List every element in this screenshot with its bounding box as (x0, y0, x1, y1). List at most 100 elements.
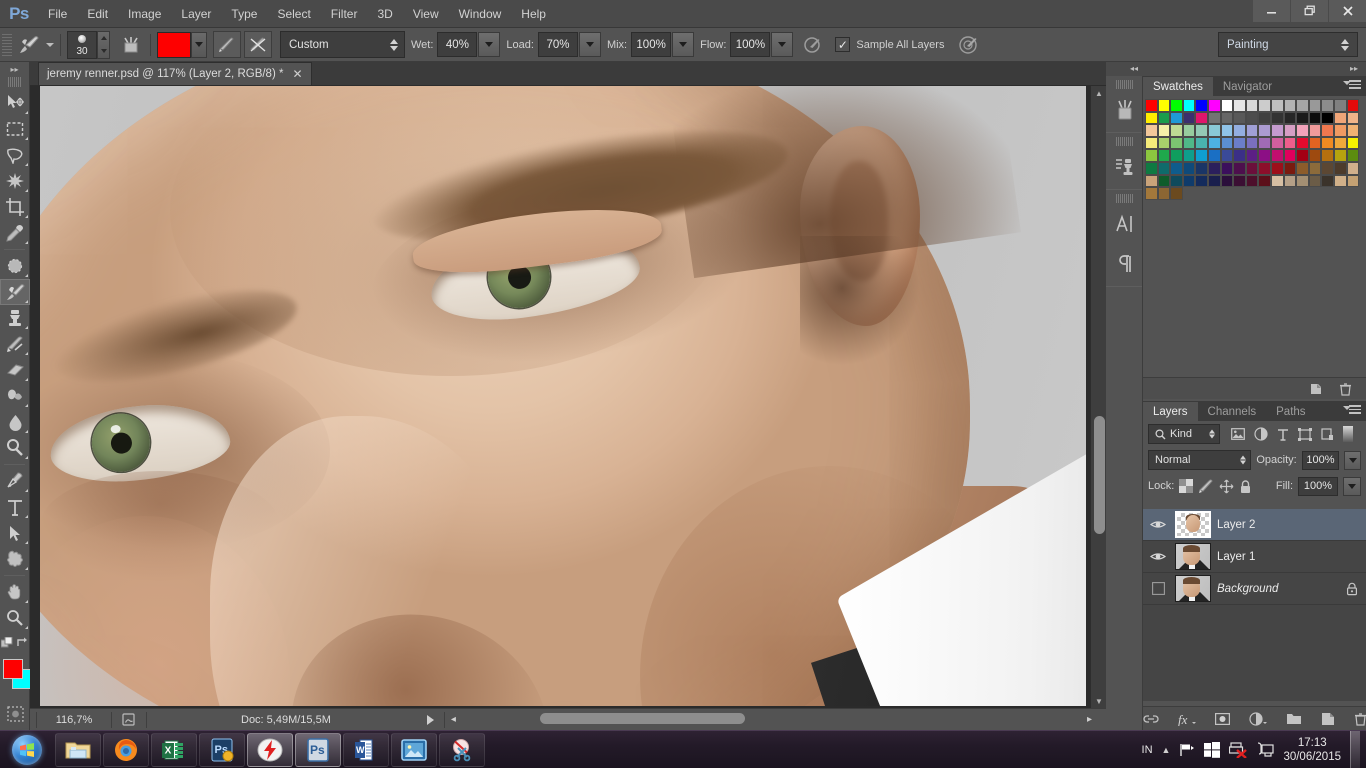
opacity-dropdown[interactable] (1344, 450, 1361, 470)
color-swatch[interactable] (1321, 174, 1334, 188)
menu-edit[interactable]: Edit (77, 0, 118, 28)
wet-input[interactable]: 40% (437, 32, 478, 57)
color-swatch[interactable] (1220, 111, 1234, 125)
color-swatch[interactable] (1233, 161, 1246, 175)
color-swatch[interactable] (1333, 161, 1347, 175)
color-swatch[interactable] (1296, 149, 1309, 162)
color-swatch[interactable] (1233, 99, 1246, 112)
mixer-preset-select[interactable]: Custom (280, 31, 405, 58)
color-swatch[interactable] (1233, 124, 1246, 137)
tool-mixer-brush[interactable] (0, 279, 30, 305)
color-swatch[interactable] (1258, 99, 1271, 112)
collapse-right-icon[interactable]: ▸▸ (1350, 64, 1358, 73)
tab-layers[interactable]: Layers (1143, 402, 1198, 421)
color-swatch[interactable] (1207, 149, 1221, 162)
color-swatch[interactable] (1145, 187, 1158, 200)
start-button[interactable] (0, 731, 54, 768)
color-swatch[interactable] (1157, 136, 1171, 150)
filter-type-layers-icon[interactable] (1277, 428, 1289, 441)
color-swatch[interactable] (1170, 111, 1183, 125)
canvas-area[interactable] (30, 86, 1106, 730)
rail-grip-1[interactable] (1115, 80, 1133, 89)
options-bar-grip[interactable] (2, 33, 12, 56)
color-swatch[interactable] (1308, 149, 1322, 162)
wet-dropdown[interactable] (478, 32, 501, 57)
tool-eraser[interactable] (0, 357, 30, 383)
color-swatch[interactable] (1207, 136, 1221, 150)
menu-image[interactable]: Image (118, 0, 171, 28)
brush-load-options-dropdown[interactable] (191, 31, 207, 58)
color-swatch[interactable] (1321, 161, 1334, 175)
fill-dropdown[interactable] (1343, 476, 1361, 496)
color-swatch[interactable] (1170, 136, 1183, 150)
color-swatch[interactable] (1283, 136, 1297, 150)
color-swatch[interactable] (1333, 111, 1347, 125)
color-swatch[interactable] (1333, 174, 1347, 188)
link-layers-icon[interactable] (1142, 713, 1159, 725)
mixer-brush-tool-icon[interactable] (16, 33, 42, 57)
layer-filter-kind-select[interactable]: Kind (1148, 424, 1220, 444)
action-center-flag-icon[interactable] (1179, 743, 1195, 757)
adjustment-layer-icon[interactable] (1248, 711, 1267, 726)
fill-input[interactable]: 100% (1298, 476, 1338, 496)
layer-name[interactable]: Layer 1 (1217, 551, 1255, 563)
color-swatch[interactable] (1207, 111, 1221, 125)
color-swatch[interactable] (1220, 161, 1234, 175)
tool-eyedropper[interactable] (0, 220, 30, 246)
load-brush-after-stroke-toggle[interactable] (213, 31, 241, 58)
zoom-level[interactable]: 116,7% (43, 714, 105, 726)
lock-image-pixels-icon[interactable] (1198, 479, 1214, 493)
horizontal-scroll-thumb[interactable] (540, 713, 745, 724)
color-swatch[interactable] (1346, 149, 1360, 162)
color-swatch[interactable] (1283, 99, 1297, 112)
eye-icon[interactable] (1147, 551, 1169, 562)
taskbar-explorer[interactable] (55, 732, 101, 767)
color-swatch[interactable] (1321, 99, 1334, 112)
color-swatch[interactable] (1333, 149, 1347, 162)
taskbar-firefox[interactable] (103, 732, 149, 767)
show-desktop-button[interactable] (1350, 731, 1360, 768)
blend-mode-select[interactable]: Normal (1148, 450, 1252, 470)
color-swatch[interactable] (1308, 161, 1322, 175)
tool-move[interactable] (0, 90, 30, 116)
color-swatch[interactable] (1283, 149, 1297, 162)
color-swatch[interactable] (1308, 99, 1322, 112)
status-expand-icon[interactable] (426, 714, 434, 725)
foreground-color[interactable] (3, 659, 23, 679)
new-group-icon[interactable] (1286, 712, 1302, 725)
toolbar-grip[interactable] (7, 77, 22, 87)
color-swatch[interactable] (1308, 124, 1322, 137)
windows-update-icon[interactable] (1204, 742, 1221, 758)
opacity-input[interactable]: 100% (1301, 450, 1340, 470)
clock[interactable]: 17:13 30/06/2015 (1283, 736, 1341, 765)
tool-pen[interactable] (0, 468, 30, 494)
color-swatch[interactable] (1182, 149, 1196, 162)
color-swatch[interactable] (1308, 111, 1322, 125)
color-swatch[interactable] (1220, 136, 1234, 150)
color-swatch[interactable] (1270, 99, 1284, 112)
layer-style-icon[interactable]: fx (1178, 712, 1196, 726)
layer-thumbnail[interactable] (1175, 575, 1211, 602)
color-swatch[interactable] (1321, 124, 1334, 137)
table-row[interactable]: Layer 1 (1143, 541, 1366, 573)
panel-menu-icon[interactable] (1343, 405, 1361, 414)
color-swatch[interactable] (1157, 124, 1171, 137)
color-swatch[interactable] (1170, 161, 1183, 175)
tab-paths[interactable]: Paths (1266, 402, 1316, 421)
color-swatch[interactable] (1258, 136, 1271, 150)
brush-size-preview[interactable]: 30 (67, 30, 97, 59)
document-canvas[interactable] (40, 86, 1086, 706)
color-swatch[interactable] (1308, 136, 1322, 150)
eye-icon[interactable] (1147, 519, 1169, 530)
status-scroll-right-icon[interactable]: ▸ (1087, 714, 1092, 725)
color-swatch[interactable] (1220, 174, 1234, 188)
color-swatch[interactable] (1220, 99, 1234, 112)
menu-layer[interactable]: Layer (171, 0, 221, 28)
menu-view[interactable]: View (403, 0, 449, 28)
tool-clone-stamp[interactable] (0, 305, 30, 331)
color-swatch[interactable] (1157, 111, 1171, 125)
brush-panel-icon[interactable] (1106, 90, 1143, 130)
color-swatch[interactable] (1346, 124, 1360, 137)
color-swatch[interactable] (1170, 187, 1183, 200)
tool-horizontal-type[interactable] (0, 494, 30, 520)
